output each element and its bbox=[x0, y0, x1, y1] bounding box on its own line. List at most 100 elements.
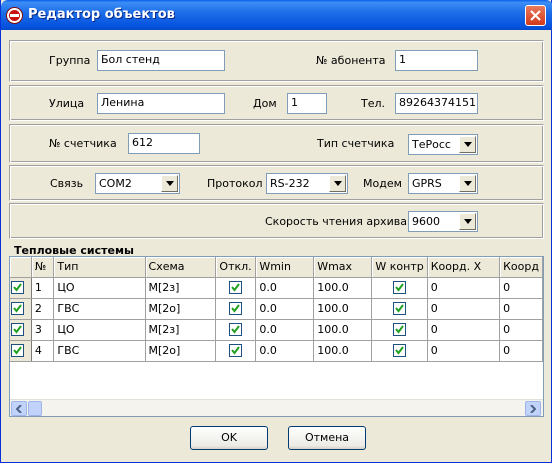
wcontr-checkbox[interactable] bbox=[393, 344, 407, 358]
dropdown-arrow-icon[interactable] bbox=[459, 136, 476, 153]
cell-disabled[interactable] bbox=[215, 340, 257, 362]
col-header-wmin[interactable]: Wmin bbox=[255, 257, 315, 278]
row-select-checkbox[interactable] bbox=[11, 344, 24, 358]
modem-combo[interactable]: GPRS bbox=[408, 173, 478, 194]
cancel-button[interactable]: Отмена bbox=[288, 426, 366, 450]
cell-number[interactable]: 4 bbox=[31, 340, 55, 362]
link-combo[interactable]: COM2 bbox=[95, 173, 180, 194]
window-title: Редактор объектов bbox=[28, 7, 175, 22]
col-header-disabled[interactable]: Откл. bbox=[215, 257, 257, 278]
cell-type[interactable]: ЦО bbox=[53, 319, 146, 341]
row-select-cell[interactable] bbox=[10, 298, 32, 320]
row-select-checkbox[interactable] bbox=[11, 323, 24, 337]
protocol-value: RS-232 bbox=[270, 177, 310, 190]
table-row[interactable]: 4 ГВС М[2о] 0.0 100.0 0 0 bbox=[10, 340, 543, 362]
cell-wmin[interactable]: 0.0 bbox=[255, 319, 315, 341]
cell-scheme[interactable]: М[2о] bbox=[145, 340, 217, 362]
checkmark-icon bbox=[13, 346, 22, 355]
cell-wmax[interactable]: 100.0 bbox=[313, 340, 373, 362]
cell-coord-y[interactable]: 0 bbox=[499, 277, 543, 299]
wcontr-checkbox[interactable] bbox=[393, 302, 407, 316]
cell-wmax[interactable]: 100.0 bbox=[313, 277, 373, 299]
meter-type-value: ТеРосс bbox=[412, 138, 451, 151]
cell-disabled[interactable] bbox=[215, 298, 257, 320]
disabled-checkbox[interactable] bbox=[229, 281, 243, 295]
col-header-type[interactable]: Тип bbox=[53, 257, 146, 278]
close-button[interactable] bbox=[525, 5, 546, 26]
cell-coord-x[interactable]: 0 bbox=[427, 298, 501, 320]
cell-number[interactable]: 2 bbox=[31, 298, 55, 320]
row-select-checkbox[interactable] bbox=[11, 281, 24, 295]
cell-coord-x[interactable]: 0 bbox=[427, 319, 501, 341]
col-header-wmax[interactable]: Wmax bbox=[313, 257, 373, 278]
protocol-combo[interactable]: RS-232 bbox=[266, 173, 348, 194]
cell-wcontr[interactable] bbox=[371, 340, 428, 362]
house-field[interactable]: 1 bbox=[287, 93, 327, 114]
heat-systems-grid[interactable]: № Тип Схема Откл. Wmin Wmax W контр Коор… bbox=[9, 256, 544, 417]
col-header-wcontr[interactable]: W контр bbox=[371, 257, 428, 278]
col-header-scheme[interactable]: Схема bbox=[145, 257, 217, 278]
disabled-checkbox[interactable] bbox=[229, 302, 243, 316]
meter-type-combo[interactable]: ТеРосс bbox=[408, 134, 478, 155]
cell-number[interactable]: 3 bbox=[31, 319, 55, 341]
street-field[interactable]: Ленина bbox=[97, 93, 225, 114]
row-select-checkbox[interactable] bbox=[11, 302, 24, 316]
dropdown-arrow-icon[interactable] bbox=[459, 213, 476, 230]
horizontal-scrollbar[interactable] bbox=[10, 399, 543, 416]
cell-wcontr[interactable] bbox=[371, 319, 428, 341]
table-row[interactable]: 1 ЦО М[2з] 0.0 100.0 0 0 bbox=[10, 277, 543, 299]
cell-disabled[interactable] bbox=[215, 277, 257, 299]
col-header-number[interactable]: № bbox=[31, 257, 55, 278]
cell-coord-x[interactable]: 0 bbox=[427, 340, 501, 362]
group-field[interactable]: Бол стенд bbox=[97, 50, 225, 71]
ok-button[interactable]: OK bbox=[190, 426, 268, 450]
cell-coord-y[interactable]: 0 bbox=[499, 340, 543, 362]
scroll-left-button[interactable] bbox=[11, 401, 27, 416]
title-bar[interactable]: Редактор объектов bbox=[1, 0, 552, 30]
checkmark-icon bbox=[395, 346, 404, 355]
cell-coord-x[interactable]: 0 bbox=[427, 277, 501, 299]
cell-wcontr[interactable] bbox=[371, 298, 428, 320]
cell-scheme[interactable]: М[2з] bbox=[145, 277, 217, 299]
row-select-cell[interactable] bbox=[10, 277, 32, 299]
cell-coord-y[interactable]: 0 bbox=[499, 319, 543, 341]
meter-panel: № счетчика 612 Тип счетчика ТеРосс bbox=[9, 124, 544, 163]
scroll-thumb[interactable] bbox=[28, 401, 42, 416]
checkmark-icon bbox=[13, 283, 22, 292]
cell-disabled[interactable] bbox=[215, 319, 257, 341]
col-header-coord-y[interactable]: Коорд bbox=[499, 257, 543, 278]
cell-wmin[interactable]: 0.0 bbox=[255, 298, 315, 320]
phone-field[interactable]: 89264374151 bbox=[395, 93, 478, 114]
meter-no-field[interactable]: 612 bbox=[128, 133, 200, 154]
wcontr-checkbox[interactable] bbox=[393, 323, 407, 337]
cell-coord-y[interactable]: 0 bbox=[499, 298, 543, 320]
cell-type[interactable]: ГВС bbox=[53, 340, 146, 362]
row-select-cell[interactable] bbox=[10, 340, 32, 362]
cell-wmax[interactable]: 100.0 bbox=[313, 319, 373, 341]
dropdown-arrow-icon[interactable] bbox=[329, 175, 346, 192]
cell-scheme[interactable]: М[2о] bbox=[145, 298, 217, 320]
disabled-checkbox[interactable] bbox=[229, 344, 243, 358]
object-editor-window: Редактор объектов Группа Бол стенд № або… bbox=[0, 0, 552, 463]
scroll-left-icon bbox=[16, 405, 22, 413]
subscriber-field[interactable]: 1 bbox=[395, 50, 478, 71]
cell-wmin[interactable]: 0.0 bbox=[255, 277, 315, 299]
scroll-right-button[interactable] bbox=[525, 401, 541, 416]
cell-wmax[interactable]: 100.0 bbox=[313, 298, 373, 320]
speed-combo[interactable]: 9600 bbox=[408, 211, 478, 232]
cell-wcontr[interactable] bbox=[371, 277, 428, 299]
disabled-checkbox[interactable] bbox=[229, 323, 243, 337]
dropdown-arrow-icon[interactable] bbox=[161, 175, 178, 192]
cell-type[interactable]: ЦО bbox=[53, 277, 146, 299]
row-select-cell[interactable] bbox=[10, 319, 32, 341]
cell-number[interactable]: 1 bbox=[31, 277, 55, 299]
dropdown-arrow-icon[interactable] bbox=[459, 175, 476, 192]
dialog-body: Группа Бол стенд № абонента 1 Улица Лени… bbox=[4, 30, 549, 460]
col-header-coord-x[interactable]: Коорд. X bbox=[427, 257, 501, 278]
table-row[interactable]: 3 ЦО М[2з] 0.0 100.0 0 0 bbox=[10, 319, 543, 341]
table-row[interactable]: 2 ГВС М[2о] 0.0 100.0 0 0 bbox=[10, 298, 543, 320]
cell-wmin[interactable]: 0.0 bbox=[255, 340, 315, 362]
cell-type[interactable]: ГВС bbox=[53, 298, 146, 320]
wcontr-checkbox[interactable] bbox=[393, 281, 407, 295]
cell-scheme[interactable]: М[2з] bbox=[145, 319, 217, 341]
